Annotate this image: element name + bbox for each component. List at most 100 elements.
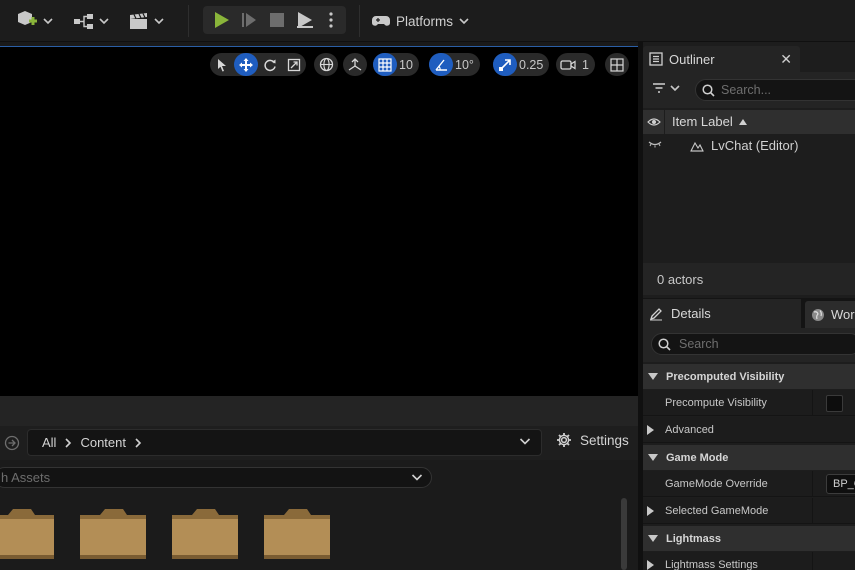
outliner-item[interactable]: LvChat (Editor) xyxy=(690,138,798,153)
collapsed-arrow-icon xyxy=(647,560,654,570)
grid-snap-value[interactable]: 10 xyxy=(397,58,419,72)
camera-icon xyxy=(560,59,576,70)
viewport-layout-toggle[interactable] xyxy=(605,53,629,76)
scale-mode-button[interactable] xyxy=(282,53,306,76)
item-label-column[interactable]: Item Label xyxy=(672,114,747,129)
settings-button[interactable]: Settings xyxy=(556,432,629,448)
column-divider[interactable] xyxy=(812,552,813,570)
path-breadcrumb[interactable]: All Content xyxy=(27,429,542,456)
folder-icon[interactable] xyxy=(78,507,148,561)
category-label: Precomputed Visibility xyxy=(666,370,785,383)
column-divider[interactable] xyxy=(812,471,813,497)
category-game-mode[interactable]: Game Mode xyxy=(643,445,855,470)
details-search-placeholder: Search xyxy=(679,337,719,351)
property-gamemode-override: GameMode Override BP_G xyxy=(643,471,855,497)
stop-icon xyxy=(270,13,284,27)
rotation-snap-button[interactable] xyxy=(429,53,453,76)
search-icon xyxy=(702,83,715,97)
outliner-item-label: LvChat (Editor) xyxy=(711,138,799,153)
category-precomputed-visibility[interactable]: Precomputed Visibility xyxy=(643,364,855,389)
tab-details[interactable]: Details xyxy=(643,299,801,328)
rotate-mode-button[interactable] xyxy=(258,53,282,76)
eject-button[interactable] xyxy=(293,9,317,31)
details-search-input[interactable]: Search xyxy=(651,333,855,355)
toolbar-separator xyxy=(359,5,360,37)
rotation-snap-value[interactable]: 10° xyxy=(453,58,480,72)
category-lightmass[interactable]: Lightmass xyxy=(643,526,855,551)
asset-search-input[interactable]: h Assets xyxy=(0,467,432,488)
platforms-label: Platforms xyxy=(396,13,454,29)
tab-outliner[interactable]: Outliner ✕ xyxy=(643,46,800,72)
folder-icon[interactable] xyxy=(0,507,56,561)
close-icon[interactable]: ✕ xyxy=(780,51,792,68)
stop-button[interactable] xyxy=(265,9,289,31)
grid-snap-group: 10 xyxy=(373,53,419,76)
eye-closed-icon[interactable] xyxy=(648,139,662,149)
outliner-search-input[interactable]: Search... xyxy=(695,79,855,101)
scale-snap-group: 0.25 xyxy=(493,53,550,76)
chevron-right-icon[interactable] xyxy=(134,437,142,448)
visibility-column[interactable] xyxy=(643,110,665,134)
column-divider[interactable] xyxy=(812,498,813,524)
scale-snap-value[interactable]: 0.25 xyxy=(517,58,549,72)
play-options-button[interactable] xyxy=(322,9,340,31)
chevron-down-icon xyxy=(670,85,680,92)
play-button[interactable] xyxy=(209,9,233,31)
scale-snap-icon xyxy=(499,58,511,71)
viewport-layout-button[interactable] xyxy=(605,53,629,76)
eye-icon xyxy=(646,118,661,126)
chevron-right-icon[interactable] xyxy=(64,437,72,448)
transform-tools xyxy=(210,53,306,76)
history-forward-button[interactable] xyxy=(4,435,20,451)
breadcrumb-content[interactable]: Content xyxy=(80,435,126,450)
folder-icon[interactable] xyxy=(170,507,240,561)
add-actor-button[interactable] xyxy=(14,8,53,34)
chevron-down-icon[interactable] xyxy=(519,436,531,446)
world-tab-label: Wor xyxy=(831,307,855,322)
world-local-toggle[interactable] xyxy=(314,53,338,76)
level-viewport[interactable]: 10 10° 0.25 1 xyxy=(0,46,638,396)
clapperboard-icon xyxy=(130,13,147,29)
details-tab-label: Details xyxy=(671,306,711,321)
main-toolbar: Platforms xyxy=(0,0,855,42)
content-browser-scrollbar[interactable] xyxy=(621,498,627,570)
select-mode-button[interactable] xyxy=(210,53,234,76)
move-arrows-icon xyxy=(239,57,253,72)
cinematics-button[interactable] xyxy=(127,8,164,34)
gamemode-override-dropdown[interactable]: BP_G xyxy=(826,474,855,494)
globe-icon xyxy=(319,57,333,72)
actor-count: 0 actors xyxy=(643,263,855,295)
surface-snapping-toggle[interactable] xyxy=(343,53,367,76)
folder-icon[interactable] xyxy=(262,507,332,561)
property-label: GameMode Override xyxy=(665,478,768,490)
grid-snap-button[interactable] xyxy=(373,53,397,76)
camera-speed-value[interactable]: 1 xyxy=(580,58,595,72)
world-coordinates-button[interactable] xyxy=(314,53,338,76)
advance-frame-button[interactable] xyxy=(237,9,261,31)
camera-speed-button[interactable] xyxy=(556,53,580,76)
property-lightmass-settings[interactable]: Lightmass Settings xyxy=(643,552,855,570)
chevron-down-icon xyxy=(459,18,469,25)
filter-button[interactable] xyxy=(652,82,680,94)
scale-snap-button[interactable] xyxy=(493,53,517,76)
translate-mode-button[interactable] xyxy=(234,53,258,76)
property-advanced[interactable]: Advanced xyxy=(643,417,855,443)
outliner-row[interactable]: LvChat (Editor) xyxy=(643,135,855,157)
blueprints-button[interactable] xyxy=(72,8,109,34)
platforms-button[interactable]: Platforms xyxy=(372,7,469,35)
precompute-visibility-checkbox[interactable] xyxy=(826,395,843,412)
filter-icon xyxy=(653,83,665,93)
tab-world-settings[interactable]: Wor xyxy=(805,301,855,328)
level-icon xyxy=(690,141,704,152)
chevron-down-icon[interactable] xyxy=(411,472,423,482)
camera-speed-group[interactable]: 1 xyxy=(556,53,595,76)
property-label: Advanced xyxy=(665,424,714,436)
column-divider[interactable] xyxy=(812,390,813,416)
breadcrumb-all[interactable]: All xyxy=(42,435,56,450)
expanded-arrow-icon xyxy=(648,373,658,380)
property-selected-gamemode[interactable]: Selected GameMode xyxy=(643,498,855,524)
content-browser-navbar: All Content Settings xyxy=(0,426,640,460)
add-actor-icon xyxy=(18,11,37,25)
viewport-footer xyxy=(0,396,638,426)
surface-snap-button[interactable] xyxy=(343,53,367,76)
